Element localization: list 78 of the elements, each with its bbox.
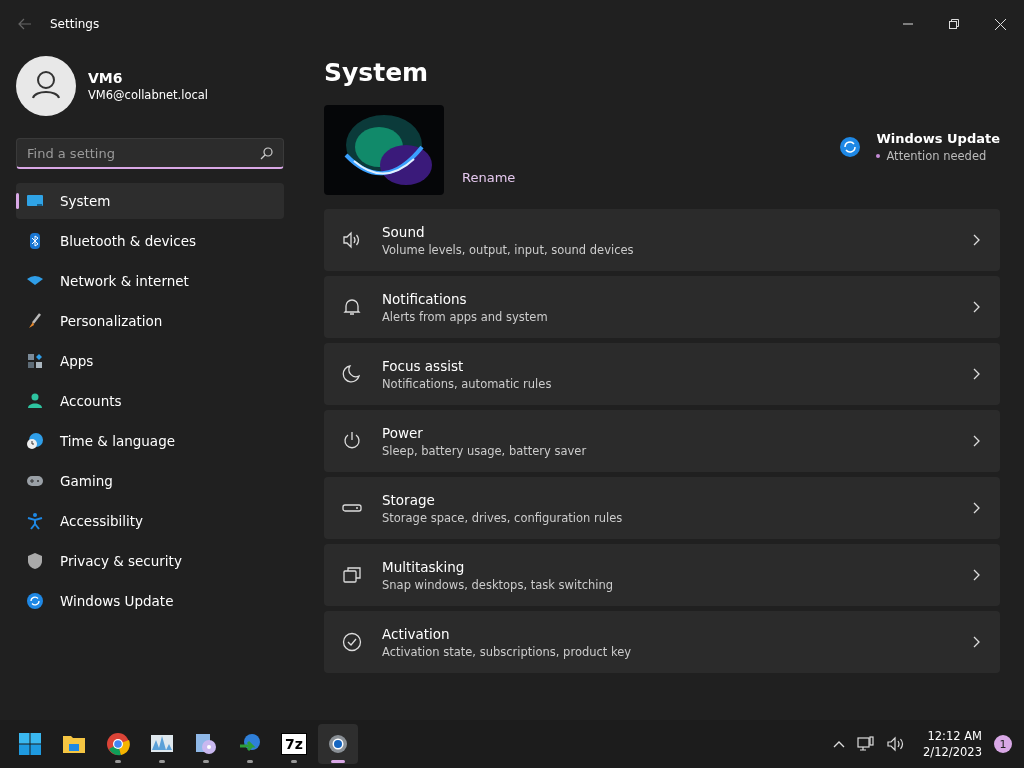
sync-icon[interactable] xyxy=(840,137,861,157)
search-icon[interactable] xyxy=(260,147,273,160)
sidebar-item[interactable]: Bluetooth & devices xyxy=(16,223,284,259)
card-title: Sound xyxy=(382,223,426,240)
start-icon xyxy=(18,732,42,756)
accessibility-icon xyxy=(26,512,44,530)
clock-time[interactable]: 12:12 AM xyxy=(927,729,982,743)
sidebar-item[interactable]: Apps xyxy=(16,343,284,379)
search-field[interactable]: Find a setting xyxy=(16,138,284,169)
speaker-icon xyxy=(342,230,362,250)
sidebar-item[interactable]: System xyxy=(16,183,284,219)
chevron-icon xyxy=(973,368,980,380)
gear-icon xyxy=(326,732,350,756)
sidebar-item[interactable]: Network & internet xyxy=(16,263,284,299)
rename-link[interactable]: Rename xyxy=(462,170,516,185)
person-icon xyxy=(26,392,44,410)
sidebar-item[interactable]: Windows Update xyxy=(16,583,284,619)
card-title: Activation xyxy=(382,625,451,642)
restore-icon[interactable] xyxy=(949,19,959,29)
clock-icon xyxy=(26,432,44,450)
page-title: System xyxy=(324,58,430,87)
sidebar-item[interactable]: Personalization xyxy=(16,303,284,339)
card-description: Alerts from apps and system xyxy=(382,309,549,324)
card-title: Power xyxy=(382,424,424,441)
chevron-icon xyxy=(973,435,980,447)
window-title: Settings xyxy=(50,17,100,31)
chevron-icon xyxy=(973,502,980,514)
browser-icon xyxy=(106,732,130,756)
card-description: Activation state, subscriptions, product key xyxy=(382,644,633,659)
sidebar-item[interactable]: Time & language xyxy=(16,423,284,459)
update-status: Attention needed xyxy=(886,149,987,163)
card-description: Volume levels, output, input, sound devices xyxy=(382,242,635,257)
apps-icon xyxy=(26,352,44,370)
chevron-icon xyxy=(973,569,980,581)
card-title: Multitasking xyxy=(382,558,466,575)
avatar-icon xyxy=(16,56,76,116)
settings-card[interactable]: Power Sleep, battery usage, battery saver xyxy=(324,410,1000,472)
bell-icon xyxy=(342,297,362,317)
sync-icon xyxy=(26,592,44,610)
user-name: VM6 xyxy=(88,70,124,86)
card-title: Storage xyxy=(382,491,436,508)
user-email: VM6@collabnet.local xyxy=(88,88,209,102)
taskbar-app[interactable]: 7z xyxy=(274,724,314,764)
notification-badge[interactable]: 1 xyxy=(994,735,1012,753)
settings-card[interactable]: Focus assist Notifications, automatic rules xyxy=(324,343,1000,405)
sidebar-item[interactable]: Privacy & security xyxy=(16,543,284,579)
sidebar-item[interactable]: Accounts xyxy=(16,383,284,419)
chevron-icon xyxy=(973,234,980,246)
card-description: Notifications, automatic rules xyxy=(382,376,553,391)
check-circle-icon xyxy=(342,632,362,652)
card-title: Notifications xyxy=(382,290,468,307)
settings-card[interactable]: Notifications Alerts from apps and system xyxy=(324,276,1000,338)
card-title: Focus assist xyxy=(382,357,465,374)
speaker-icon[interactable] xyxy=(887,736,906,752)
update-title[interactable]: Windows Update xyxy=(876,131,1000,146)
chevron-up-icon[interactable] xyxy=(833,740,846,748)
card-description: Storage space, drives, configuration rules xyxy=(382,510,624,525)
sidebar-item[interactable]: Gaming xyxy=(16,463,284,499)
sidebar-item[interactable]: Accessibility xyxy=(16,503,284,539)
chevron-icon xyxy=(973,301,980,313)
chevron-icon xyxy=(973,636,980,648)
archive-icon: 7z xyxy=(281,733,307,755)
settings-card[interactable]: Sound Volume levels, output, input, sound devices xyxy=(324,209,1000,271)
settings-card[interactable]: Activation Activation state, subscriptions, product key xyxy=(324,611,1000,673)
shield-icon xyxy=(26,552,44,570)
settings-card[interactable]: Storage Storage space, drives, configuration rules xyxy=(324,477,1000,539)
card-description: Sleep, battery usage, battery saver xyxy=(382,443,588,458)
network-icon[interactable] xyxy=(857,736,876,752)
close-icon[interactable] xyxy=(995,18,1006,30)
clock-date[interactable]: 2/12/2023 xyxy=(923,745,982,759)
power-icon xyxy=(342,431,362,451)
windows-icon xyxy=(342,565,362,585)
taskbar-app[interactable] xyxy=(318,724,358,764)
back-icon[interactable] xyxy=(18,18,32,30)
settings-card[interactable]: Multitasking Snap windows, desktops, task switching xyxy=(324,544,1000,606)
card-description: Snap windows, desktops, task switching xyxy=(382,577,615,592)
moon-icon xyxy=(342,364,362,384)
brush-icon xyxy=(26,312,44,330)
